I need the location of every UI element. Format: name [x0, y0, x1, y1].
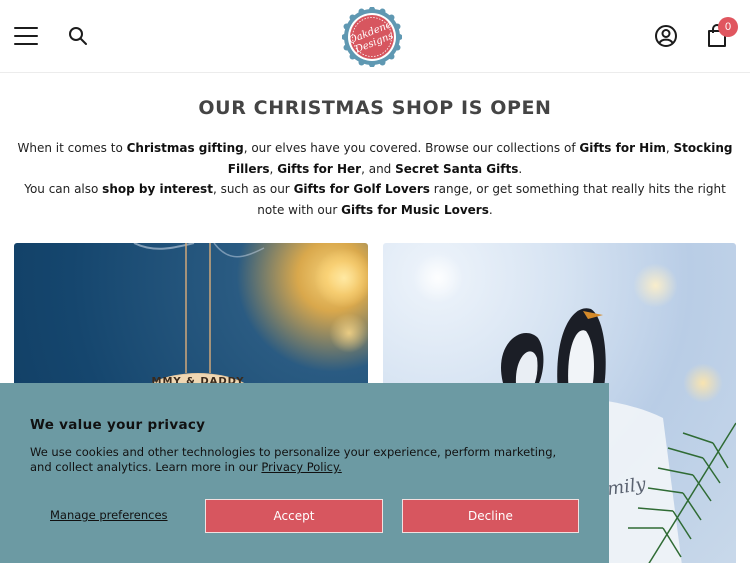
- secret-santa-gifts-link[interactable]: Secret Santa Gifts: [395, 162, 518, 176]
- manage-preferences-link[interactable]: Manage preferences: [50, 508, 168, 522]
- cart-count-badge[interactable]: 0: [718, 17, 738, 37]
- intro-paragraph-2: You can also shop by interest, such as o…: [12, 179, 738, 220]
- intro-paragraph-1: When it comes to Christmas gifting, our …: [12, 138, 738, 179]
- intro-text-span: , our elves have you covered. Browse our…: [243, 141, 580, 155]
- intro-text-span: .: [518, 161, 523, 176]
- search-icon[interactable]: [68, 26, 88, 46]
- menu-line: [14, 43, 38, 45]
- privacy-policy-link[interactable]: Privacy Policy.: [261, 460, 341, 474]
- intro-text-span: You can also: [24, 182, 103, 196]
- page-title: OUR CHRISTMAS SHOP IS OPEN: [198, 97, 552, 119]
- shop-by-interest-link[interactable]: shop by interest: [102, 182, 213, 196]
- accept-button[interactable]: Accept: [205, 499, 383, 533]
- intro-text: When it comes to Christmas gifting, our …: [12, 138, 738, 220]
- gifts-for-music-lovers-link[interactable]: Gifts for Music Lovers: [341, 203, 489, 217]
- christmas-gifting-link[interactable]: Christmas gifting: [127, 141, 244, 155]
- hamburger-menu-icon[interactable]: [14, 27, 38, 45]
- menu-line: [14, 35, 38, 37]
- cookie-banner-title: We value your privacy: [30, 417, 206, 433]
- menu-line: [14, 27, 38, 29]
- cookie-consent-banner: We value your privacy We use cookies and…: [0, 383, 609, 563]
- intro-text-span: , and: [361, 161, 396, 176]
- cookie-banner-text: We use cookies and other technologies to…: [30, 445, 580, 475]
- gifts-for-her-link[interactable]: Gifts for Her: [277, 162, 361, 176]
- gifts-for-him-link[interactable]: Gifts for Him: [579, 141, 665, 155]
- account-icon[interactable]: [654, 24, 678, 48]
- site-header: Oakdene Designs 0: [0, 0, 750, 73]
- intro-text-span: .: [488, 202, 493, 217]
- decline-button[interactable]: Decline: [402, 499, 579, 533]
- intro-text-span: , such as our: [212, 182, 294, 196]
- gifts-for-golf-lovers-link[interactable]: Gifts for Golf Lovers: [294, 182, 430, 196]
- intro-text-span: When it comes to: [17, 141, 127, 155]
- brand-logo[interactable]: Oakdene Designs: [342, 7, 402, 67]
